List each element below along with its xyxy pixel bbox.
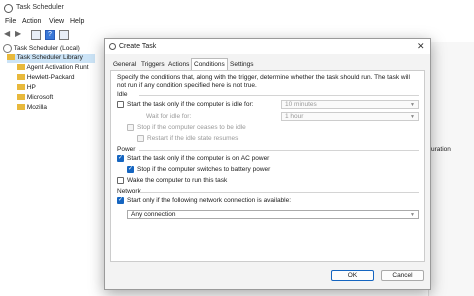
menu-view[interactable]: View: [49, 18, 64, 25]
tree-root[interactable]: Task Scheduler (Local): [3, 44, 80, 53]
task-scheduler-icon: [4, 4, 13, 13]
wait-duration-select[interactable]: 1 hour ▼: [281, 112, 419, 121]
ok-button[interactable]: OK: [331, 270, 374, 281]
battery-stop-checkbox[interactable]: [127, 165, 134, 173]
battery-stop-label: Stop if the computer switches to battery…: [137, 166, 271, 173]
tab-actions[interactable]: Actions: [166, 59, 191, 70]
dialog-title: Create Task: [119, 43, 157, 50]
help-icon[interactable]: ?: [45, 30, 55, 40]
network-checkbox[interactable]: [117, 196, 124, 204]
tree-library[interactable]: Task Scheduler Library: [7, 54, 95, 63]
actions-pane-text: uration: [431, 146, 451, 153]
cancel-button[interactable]: Cancel: [381, 270, 424, 281]
actions-pane: uration: [428, 42, 474, 296]
tree-folder-label: Hewlett-Packard: [26, 74, 75, 81]
show-action-pane-icon[interactable]: [59, 30, 69, 40]
folder-icon: [7, 54, 15, 61]
folder-icon: [17, 84, 25, 91]
menu-help[interactable]: Help: [70, 18, 84, 25]
tree-folder-microsoft[interactable]: Microsoft: [17, 94, 53, 103]
tree-folder-mozilla[interactable]: Mozilla: [17, 104, 47, 113]
chevron-down-icon: ▼: [410, 114, 415, 120]
show-hide-console-icon[interactable]: [31, 30, 41, 40]
tree-root-label: Task Scheduler (Local): [13, 45, 80, 53]
tree-folder-hp[interactable]: HP: [17, 84, 36, 93]
back-icon[interactable]: ◀: [4, 30, 14, 40]
stop-if-ceases-label: Stop if the computer ceases to be idle: [137, 124, 246, 131]
task-icon: [109, 43, 116, 50]
wake-checkbox[interactable]: [117, 177, 124, 184]
dialog-titlebar: Create Task ✕: [105, 39, 430, 54]
ac-power-checkbox[interactable]: [117, 154, 124, 162]
idle-duration-select[interactable]: 10 minutes ▼: [281, 100, 419, 109]
network-connection-value: Any connection: [131, 211, 176, 218]
menu-file[interactable]: File: [5, 18, 16, 25]
network-section-header: Network: [117, 188, 418, 195]
app-titlebar: Task Scheduler: [0, 0, 474, 17]
idle-duration-value: 10 minutes: [285, 101, 317, 108]
wait-idle-label: Wait for idle for:: [146, 113, 192, 120]
forward-icon[interactable]: ▶: [15, 30, 25, 40]
restart-idle-checkbox[interactable]: [137, 135, 144, 142]
folder-icon: [17, 64, 25, 71]
tree-library-label: Task Scheduler Library: [16, 54, 83, 61]
app-title: Task Scheduler: [16, 4, 64, 11]
chevron-down-icon: ▼: [410, 212, 415, 218]
network-label: Start only if the following network conn…: [127, 197, 292, 204]
folder-icon: [17, 94, 25, 101]
ac-power-label: Start the task only if the computer is o…: [127, 155, 270, 162]
restart-idle-label: Restart if the idle state resumes: [147, 135, 239, 142]
wake-label: Wake the computer to run this task: [127, 177, 228, 184]
conditions-panel: Specify the conditions that, along with …: [110, 70, 434, 262]
power-section-header: Power: [117, 146, 427, 153]
stop-if-ceases-checkbox[interactable]: [127, 124, 134, 131]
clock-icon: [3, 44, 12, 53]
chevron-down-icon: ▼: [410, 102, 415, 108]
tab-strip: General Triggers Actions Conditions Sett…: [105, 58, 430, 71]
tree-folder-hp-inc[interactable]: Hewlett-Packard: [17, 74, 75, 83]
close-icon[interactable]: ✕: [417, 41, 425, 52]
tree-folder-label: Microsoft: [26, 94, 54, 101]
idle-start-checkbox[interactable]: [117, 101, 124, 108]
menu-action[interactable]: Action: [22, 18, 41, 25]
tab-settings[interactable]: Settings: [228, 59, 256, 70]
navigation-tree: Task Scheduler (Local) Task Scheduler Li…: [0, 42, 97, 296]
idle-section-header: Idle: [117, 91, 434, 98]
network-connection-select[interactable]: Any connection ▼: [127, 210, 419, 219]
tree-folder-label: Agent Activation Runt: [26, 64, 89, 71]
folder-icon: [17, 74, 25, 81]
tree-folder-label: Mozilla: [26, 104, 48, 111]
wait-duration-value: 1 hour: [285, 113, 304, 120]
tree-folder-label: HP: [26, 84, 36, 91]
folder-icon: [17, 104, 25, 111]
tab-general[interactable]: General: [111, 59, 138, 70]
tab-triggers[interactable]: Triggers: [139, 59, 167, 70]
tree-folder-agent[interactable]: Agent Activation Runt: [17, 64, 89, 73]
menu-bar: File Action View Help: [0, 17, 474, 28]
idle-start-label: Start the task only if the computer is i…: [127, 101, 254, 108]
conditions-description: Specify the conditions that, along with …: [117, 74, 410, 89]
create-task-dialog: Create Task ✕ General Triggers Actions C…: [104, 38, 434, 290]
